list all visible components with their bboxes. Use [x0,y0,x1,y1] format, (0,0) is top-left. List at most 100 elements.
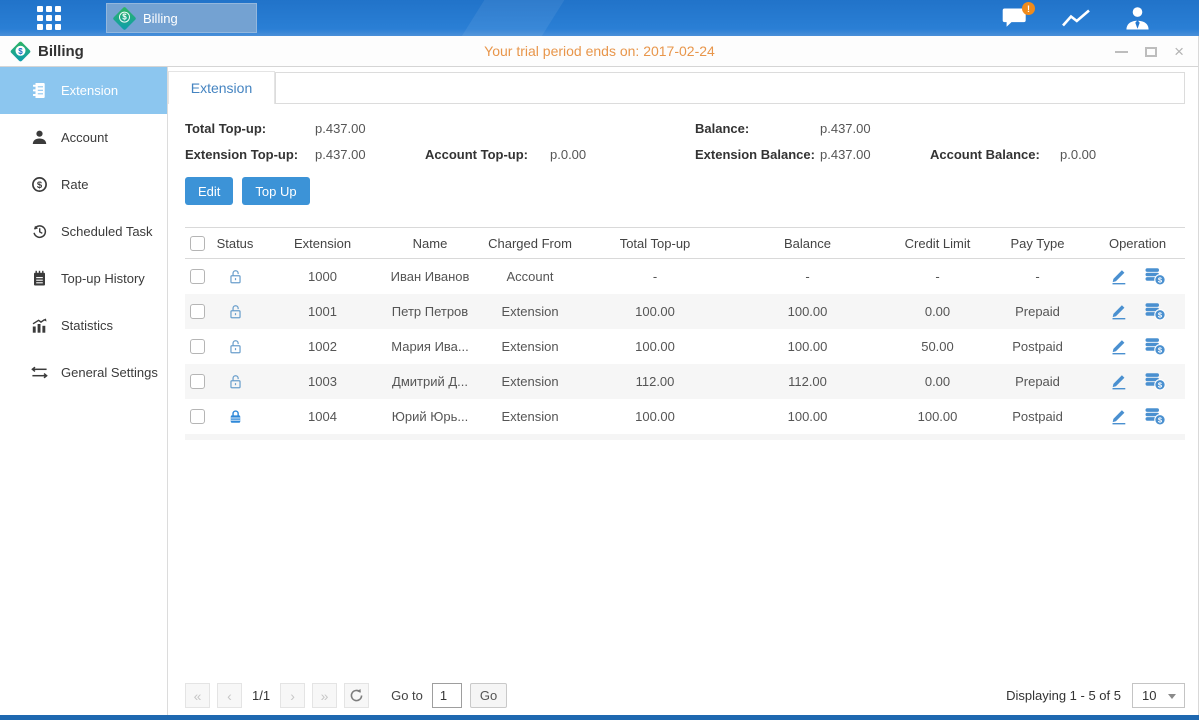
last-page-button[interactable]: » [312,683,337,708]
prev-page-button[interactable]: ‹ [217,683,242,708]
cell-name: Иван Иванов [385,259,475,294]
cell-charged-from: Extension [475,294,585,329]
cell-total-topup: 112.00 [585,364,725,399]
table-body: 1000Иван ИвановAccount----$1001Петр Петр… [185,259,1185,434]
row-checkbox[interactable] [190,409,205,424]
edit-icon[interactable] [1109,267,1128,285]
edit-icon[interactable] [1109,337,1128,355]
row-checkbox[interactable] [190,339,205,354]
close-button[interactable]: × [1174,43,1184,60]
cell-name: Юрий Юрь... [385,399,475,434]
maximize-button[interactable] [1145,47,1157,57]
sidebar-item-rate[interactable]: $Rate [0,161,167,208]
col-header-pay-type: Pay Type [985,228,1090,259]
sliders-icon [31,364,48,381]
lock-icon [227,408,244,425]
messages-icon[interactable]: ! [1002,7,1028,29]
row-checkbox[interactable] [190,374,205,389]
cell-charged-from: Account [475,259,585,294]
app-grid-icon[interactable] [37,6,61,30]
edit-icon[interactable] [1109,302,1128,320]
cell-total-topup: 100.00 [585,294,725,329]
col-header-operation: Operation [1090,228,1185,259]
sidebar-item-label: General Settings [61,365,158,380]
top-up-icon[interactable]: $ [1145,337,1166,356]
sidebar-item-account[interactable]: Account [0,114,167,161]
sidebar-item-extension[interactable]: Extension [0,67,167,114]
col-header-name: Name [385,228,475,259]
cell-total-topup: 100.00 [585,329,725,364]
go-button[interactable]: Go [470,683,507,708]
unlock-icon [227,338,244,355]
top-up-button[interactable]: Top Up [242,177,309,205]
tab-extension[interactable]: Extension [168,71,275,104]
minimize-button[interactable] [1115,51,1128,53]
trial-notice: Your trial period ends on: 2017-02-24 [0,43,1199,59]
history-clock-icon [31,223,48,240]
refresh-button[interactable] [344,683,369,708]
reports-chart-icon[interactable] [1061,7,1091,30]
account-balance-label: Account Balance: [930,147,1060,162]
edit-icon[interactable] [1109,407,1128,425]
billing-app-tab-label: Billing [143,11,178,26]
edit-button[interactable]: Edit [185,177,233,205]
top-up-icon[interactable]: $ [1145,407,1166,426]
cell-total-topup: 100.00 [585,399,725,434]
col-header-credit-limit: Credit Limit [890,228,985,259]
page-indicator: 1/1 [252,688,270,703]
goto-label: Go to [391,688,423,703]
cell-pay-type: Postpaid [985,329,1090,364]
cell-name: Дмитрий Д... [385,364,475,399]
top-bar: $ Billing ! [0,0,1199,36]
sidebar-item-general-settings[interactable]: General Settings [0,349,167,396]
col-header-select [185,228,210,259]
cell-extension: 1001 [260,294,385,329]
edit-icon[interactable] [1109,372,1128,390]
displaying-text: Displaying 1 - 5 of 5 [1006,688,1121,703]
balance-value: p.437.00 [820,121,930,136]
cell-charged-from: Extension [475,364,585,399]
col-header-total-top-up: Total Top-up [585,228,725,259]
sidebar-item-label: Statistics [61,318,113,333]
tab-strip-background [275,72,1185,104]
total-topup-label: Total Top-up: [185,121,315,136]
page-size-value: 10 [1142,688,1156,703]
next-page-button[interactable]: › [280,683,305,708]
sidebar-item-label: Extension [61,83,118,98]
cell-credit-limit: 50.00 [890,329,985,364]
sidebar-item-scheduled-task[interactable]: Scheduled Task [0,208,167,255]
cell-charged-from: Extension [475,399,585,434]
row-checkbox[interactable] [190,269,205,284]
cell-charged-from: Extension [475,329,585,364]
page-size-select[interactable]: 10 [1132,683,1185,708]
cell-extension: 1000 [260,259,385,294]
user-account-icon[interactable] [1124,6,1151,31]
sidebar-item-label: Rate [61,177,88,192]
window-bottom-edge [0,715,1199,720]
extension-row-1002: 1002Мария Ива...Extension100.00100.0050.… [185,329,1185,364]
notification-badge: ! [1022,2,1035,15]
top-up-icon[interactable]: $ [1145,267,1166,286]
balance-label: Balance: [695,121,820,136]
cell-balance: 100.00 [725,399,890,434]
sidebar-item-statistics[interactable]: Statistics [0,302,167,349]
cell-balance: 100.00 [725,294,890,329]
sidebar: Extension Account$RateScheduled TaskTop-u… [0,67,168,715]
tab-strip: Extension [168,71,1185,104]
account-topup-value: p.0.00 [550,147,695,162]
cell-balance: 100.00 [725,329,890,364]
pagination-bar: « ‹ 1/1 › » Go to Go Displaying 1 - 5 of… [185,682,1185,709]
cell-balance: - [725,259,890,294]
extension-row-1004: 1004Юрий Юрь...Extension100.00100.00100.… [185,399,1185,434]
sidebar-item-top-up-history[interactable]: Top-up History [0,255,167,302]
first-page-button[interactable]: « [185,683,210,708]
billing-app-tab[interactable]: $ Billing [106,3,257,33]
goto-page-input[interactable] [432,683,462,708]
cell-name: Мария Ива... [385,329,475,364]
cell-balance: 112.00 [725,364,890,399]
top-up-icon[interactable]: $ [1145,302,1166,321]
row-checkbox[interactable] [190,304,205,319]
select-all-checkbox[interactable] [190,236,205,251]
col-header-status: Status [210,228,260,259]
top-up-icon[interactable]: $ [1145,372,1166,391]
